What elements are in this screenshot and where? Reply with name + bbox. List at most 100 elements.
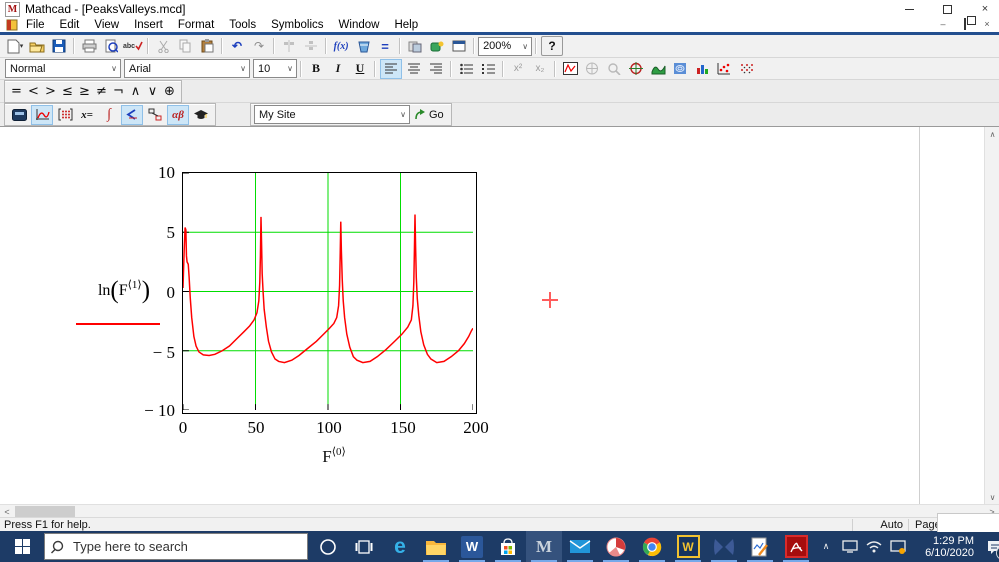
symbolic-palette-button[interactable] [191,106,211,124]
new-button[interactable]: ▾ [5,37,25,55]
undo-button[interactable]: ↶ [227,37,247,55]
superscript-button[interactable]: x² [508,60,528,78]
insertion-crosshair[interactable] [542,292,558,308]
trace-plot-button[interactable] [626,60,646,78]
taskbar-word[interactable]: W [454,531,490,562]
open-button[interactable] [27,37,47,55]
bool-and-button[interactable]: ∧ [127,83,144,100]
print-button[interactable] [79,37,99,55]
boolean-palette-button[interactable] [121,104,143,125]
cut-button[interactable] [153,37,173,55]
calculate-button[interactable]: = [375,37,395,55]
spell-check-button[interactable]: abc [123,37,143,55]
bool-equals-button[interactable]: = [8,83,25,100]
scroll-up-button[interactable]: ∧ [985,127,999,141]
align-right-button[interactable] [426,60,446,78]
insert-table-button[interactable] [449,37,469,55]
polar-plot-button[interactable] [582,60,602,78]
taskbar-chrome[interactable] [634,531,670,562]
menu-insert[interactable]: Insert [134,19,163,31]
surface-plot-button[interactable] [648,60,668,78]
redo-button[interactable]: ↷ [249,37,269,55]
style-combobox[interactable]: Normal ∨ [5,59,121,78]
bool-greater-button[interactable]: > [42,83,59,100]
task-view-button[interactable] [346,531,382,562]
cortana-button[interactable] [310,531,346,562]
bool-neq-button[interactable]: ≠ [93,83,110,100]
calculus-palette-button[interactable]: ∫ [99,106,119,124]
insert-component-button[interactable] [405,37,425,55]
paste-button[interactable] [197,37,217,55]
font-combobox[interactable]: Arial ∨ [124,59,250,78]
search-input[interactable] [71,538,285,555]
notification-center-button[interactable]: 7 [978,531,999,562]
scroll-down-button[interactable]: ∨ [985,490,999,504]
go-button[interactable]: Go [410,109,448,121]
calculator-palette-button[interactable] [9,106,29,124]
wizard-button[interactable] [427,37,447,55]
doc-close-button[interactable]: × [981,19,993,29]
vector-field-plot-button[interactable] [736,60,756,78]
taskbar-pdf-editor[interactable] [742,531,778,562]
graph-palette-button[interactable] [31,104,53,125]
bullet-list-button[interactable] [456,60,476,78]
menu-format[interactable]: Format [178,19,214,31]
font-size-combobox[interactable]: 10 ∨ [253,59,297,78]
taskbar-pie-app[interactable] [598,531,634,562]
italic-button[interactable]: I [328,60,348,78]
bold-button[interactable]: B [306,60,326,78]
matrix-palette-button[interactable] [55,106,75,124]
insert-function-button[interactable]: f(x) [331,37,351,55]
bool-leq-button[interactable]: ≤ [59,83,76,100]
menu-view[interactable]: View [94,19,119,31]
taskbar-store[interactable] [490,531,526,562]
menu-edit[interactable]: Edit [60,19,80,31]
align-center-button[interactable] [404,60,424,78]
menu-file[interactable]: File [26,19,45,31]
taskbar-search[interactable] [44,533,308,560]
menu-help[interactable]: Help [394,19,418,31]
print-preview-button[interactable] [101,37,121,55]
zoom-combobox[interactable]: 200% ∨ [478,36,533,56]
3d-bar-plot-button[interactable] [692,60,712,78]
doc-minimize-button[interactable]: – [937,19,949,29]
align-down-button[interactable] [301,37,321,55]
worksheet[interactable] [0,127,984,504]
zoom-plot-button[interactable] [604,60,624,78]
tray-display-button[interactable] [840,531,860,562]
taskbar-clock[interactable]: 1:29 PM 6/10/2020 [912,535,974,559]
bool-not-button[interactable]: ¬ [110,83,127,100]
subscript-button[interactable]: x₂ [530,60,550,78]
copy-button[interactable] [175,37,195,55]
taskbar-mail[interactable] [562,531,598,562]
save-button[interactable] [49,37,69,55]
taskbar-wordpress[interactable]: W [670,531,706,562]
taskbar-acrobat[interactable] [778,531,814,562]
align-left-button[interactable] [380,58,402,79]
minimize-button[interactable] [903,3,915,15]
bool-geq-button[interactable]: ≥ [76,83,93,100]
greek-palette-button[interactable]: αβ [167,104,189,125]
xy-plot-button[interactable] [560,60,580,78]
tray-expand-button[interactable]: ∧ [816,531,836,562]
tray-wifi-button[interactable] [864,531,884,562]
help-button[interactable]: ? [541,36,564,56]
tray-cast-button[interactable] [888,531,908,562]
horizontal-scrollbar[interactable]: < > [0,504,999,518]
restore-button[interactable] [941,2,955,15]
align-across-button[interactable] [279,37,299,55]
taskbar-file-explorer[interactable] [418,531,454,562]
numbered-list-button[interactable] [478,60,498,78]
horizontal-scroll-thumb[interactable] [15,506,75,517]
resources-combobox[interactable]: My Site ∨ [254,105,410,124]
bool-xor-button[interactable]: ⊕ [161,83,178,100]
taskbar-butterfly-app[interactable] [706,531,742,562]
menu-tools[interactable]: Tools [229,19,256,31]
underline-button[interactable]: U [350,60,370,78]
scatter-plot-button[interactable] [714,60,734,78]
bool-or-button[interactable]: ∨ [144,83,161,100]
programming-palette-button[interactable] [145,106,165,124]
contour-plot-button[interactable] [670,60,690,78]
close-button[interactable]: × [979,3,991,15]
vertical-scrollbar[interactable]: ∧ ∨ [984,127,999,504]
